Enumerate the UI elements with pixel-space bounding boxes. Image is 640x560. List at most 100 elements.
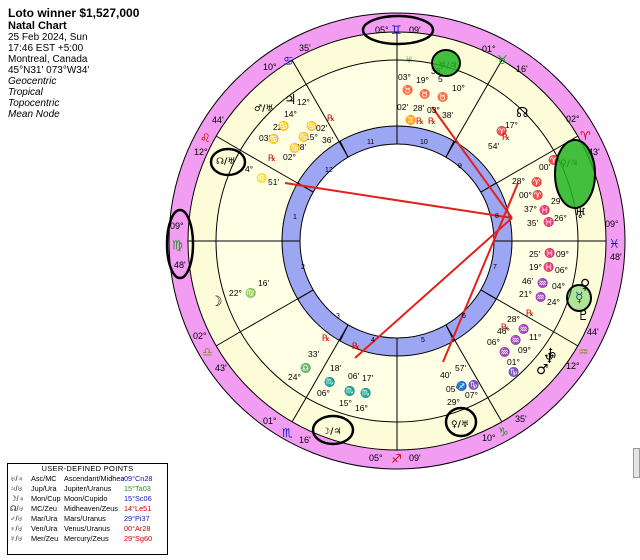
moon-icon: ☽: [210, 294, 223, 310]
udp-row: ☿/♅ Mer/Zeu Mercury/Zeus 29°Sg60: [8, 534, 167, 544]
degree-label: 09': [409, 453, 421, 463]
taurus-icon: ♉: [419, 88, 430, 99]
degree-label: 05°: [375, 25, 389, 35]
midpoint-label: ☽/♃: [322, 427, 341, 437]
capricorn-icon: ♑: [508, 366, 519, 377]
position-text: 21°: [519, 289, 532, 299]
virgo-icon: ♍: [172, 238, 183, 252]
udp-row: ☽/♃ Mon/Cup Moon/Cupido 15°Sc06: [8, 494, 167, 504]
udp-pair: Mon/Cup: [31, 494, 61, 503]
udp-name: Ascendant/Midheaven: [64, 474, 124, 483]
udp-glyph: ♃/♅: [10, 484, 23, 493]
udp-glyph: ♂/♅: [10, 514, 23, 523]
aquarius-icon: ♒: [518, 323, 529, 334]
degree-label: 12°: [566, 361, 580, 371]
sagittarius-icon: ♐: [456, 380, 467, 391]
position-text: 16': [258, 278, 269, 288]
udp-name: Mercury/Zeus: [64, 534, 109, 543]
position-text: 46': [522, 276, 533, 286]
house-number: 10: [420, 139, 428, 146]
udp-name: Moon/Cupido: [64, 494, 108, 503]
house-number: 7: [493, 264, 497, 271]
gemini-icon: ♊: [391, 23, 402, 37]
udp-value: 29°Sg60: [124, 534, 153, 543]
cancer-icon: ♋: [298, 131, 309, 142]
position-text: 02°: [283, 152, 296, 162]
house-number: 12: [325, 167, 333, 174]
degree-label: 02°: [193, 331, 207, 341]
green-highlight: [431, 49, 461, 77]
scorpio-icon: ♏: [344, 385, 355, 396]
cancer-icon: ♋: [278, 120, 289, 131]
position-text: 14°: [284, 109, 297, 119]
degree-label: 10°: [263, 62, 277, 72]
retrograde-mark: ℞: [416, 117, 424, 127]
aquarius-icon: ♒: [510, 334, 521, 345]
degree-label: 44': [212, 115, 224, 125]
udp-glyph: ☽/♃: [10, 494, 25, 503]
taurus-icon: ♉: [437, 91, 448, 102]
position-text: 35': [527, 218, 538, 228]
saturn-icon: ♄: [546, 346, 559, 362]
position-text: 26°: [554, 213, 567, 223]
position-text: 28°: [512, 176, 525, 186]
position-text: 24°: [547, 297, 560, 307]
position-text: 19°: [529, 262, 542, 272]
position-text: 06°: [555, 265, 568, 275]
pisces-icon: ♓: [544, 247, 555, 258]
virgo-icon: ♍: [245, 287, 256, 298]
aries-icon: ♈: [532, 189, 543, 200]
udp-pair: Mer/Zeu: [31, 534, 59, 543]
retrograde-mark: ℞: [428, 117, 436, 127]
degree-label: 12°: [194, 147, 208, 157]
cancer-icon: ♋: [306, 120, 317, 131]
position-text: 25': [529, 249, 540, 259]
udp-row: ☊/♅ MC/Zeu Midheaven/Zeus 14°Le51: [8, 504, 167, 514]
aquarius-icon: ♒: [499, 346, 510, 357]
pisces-icon: ♓: [609, 237, 620, 251]
scrollbar-thumb[interactable]: [633, 448, 640, 478]
udp-value: 09°Cn28: [124, 474, 153, 483]
udp-row: ♃/♅ Jup/Ura Jupiter/Uranus 15°Ta03: [8, 484, 167, 494]
position-text: 36': [322, 135, 333, 145]
uranus-sign-glyph: ♅: [405, 54, 413, 66]
house-number: 11: [367, 139, 374, 146]
retrograde-mark: ℞: [327, 114, 335, 124]
pisces-icon: ♓: [539, 204, 550, 215]
position-text: 19°: [416, 75, 429, 85]
scorpio-icon: ♏: [324, 376, 335, 387]
pisces-icon: ♓: [543, 216, 554, 227]
user-defined-points-table: USER-DEFINED POINTS ♅/♃ Asc/MC Ascendant…: [7, 463, 168, 555]
green-highlight: [554, 139, 596, 209]
position-text: 57': [455, 363, 466, 373]
capricorn-icon: ♑: [468, 379, 479, 390]
cancer-icon: ♋: [268, 133, 279, 144]
sagittarius-icon: ♐: [391, 452, 402, 466]
degree-label: 09°: [605, 219, 619, 229]
degree-label: 44': [587, 327, 599, 337]
leo-icon: ♌: [200, 131, 211, 145]
aquarius-icon: ♒: [535, 291, 546, 302]
aries-icon: ♈: [531, 176, 542, 187]
position-text: 10°: [452, 83, 465, 93]
libra-icon: ♎: [300, 362, 311, 373]
position-text: 04°: [552, 281, 565, 291]
udp-glyph: ☊/♅: [10, 504, 24, 513]
position-text: 33': [308, 349, 319, 359]
house-number: 5: [421, 337, 425, 344]
taurus-icon: ♉: [402, 84, 413, 95]
degree-label: 10°: [482, 433, 496, 443]
position-text: 11°: [529, 332, 541, 342]
libra-icon: ♎: [202, 345, 213, 359]
cancer-icon: ♋: [289, 142, 300, 153]
position-text: 17°: [505, 120, 518, 130]
leo-icon: ♌: [256, 172, 267, 183]
udp-row: ♅/♃ Asc/MC Ascendant/Midheaven 09°Cn28: [8, 474, 167, 484]
position-text: 18': [330, 363, 341, 373]
position-text: 06': [348, 371, 359, 381]
position-text: 02': [397, 102, 408, 112]
udp-glyph: ♅/♃: [10, 474, 23, 483]
position-text: 06°: [487, 337, 500, 347]
taurus-icon: ♉: [497, 53, 508, 67]
position-text: 24°: [288, 372, 301, 382]
